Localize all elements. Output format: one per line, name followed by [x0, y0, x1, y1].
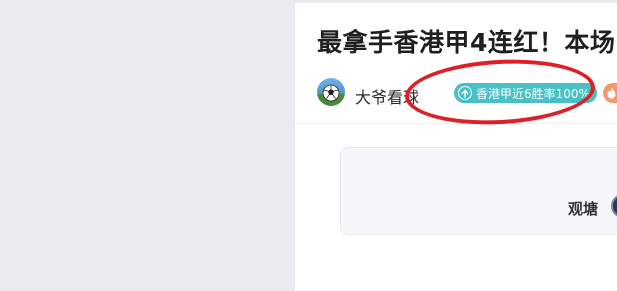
hot-badge[interactable]: 最 — [603, 83, 617, 103]
flame-icon — [607, 87, 616, 99]
match-card[interactable]: 观塘 — [340, 147, 617, 235]
soccer-ball-avatar-icon — [317, 84, 345, 106]
section-divider — [295, 123, 617, 124]
team-logo — [611, 194, 617, 218]
article-panel: 最拿手香港甲4连红！本场 大爷看球 香港甲近6胜率100% 观塘 — [295, 3, 617, 291]
team-name: 观塘 — [568, 200, 599, 218]
author-avatar[interactable] — [317, 78, 345, 106]
article-title[interactable]: 最拿手香港甲4连红！本场 — [317, 23, 615, 59]
